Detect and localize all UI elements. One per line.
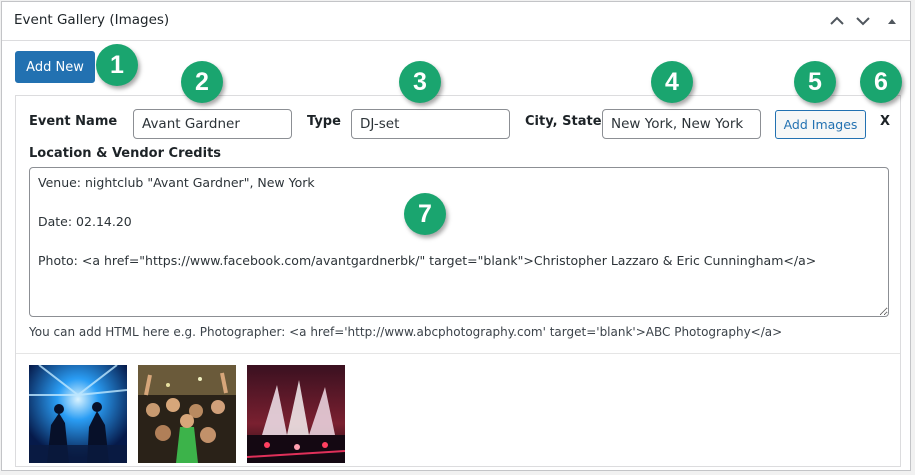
- type-label: Type: [307, 114, 341, 129]
- callout-badge: 7: [404, 193, 446, 235]
- city-state-input[interactable]: [602, 109, 761, 139]
- credits-textarea[interactable]: Venue: nightclub "Avant Gardner", New Yo…: [29, 167, 889, 317]
- triangle-up-icon[interactable]: [882, 11, 902, 31]
- city-state-label: City, State: [525, 114, 602, 129]
- event-name-input[interactable]: [133, 109, 292, 139]
- credits-help-text: You can add HTML here e.g. Photographer:…: [29, 325, 783, 339]
- callout-badge: 1: [96, 44, 138, 86]
- event-name-label: Event Name: [29, 114, 118, 129]
- type-input[interactable]: [351, 109, 510, 139]
- thumbnail-image[interactable]: [247, 365, 345, 463]
- event-card: Event Name Type City, State Add Images X…: [15, 95, 901, 467]
- credits-label: Location & Vendor Credits: [29, 146, 222, 161]
- add-images-button[interactable]: Add Images: [775, 110, 866, 139]
- chevron-down-icon[interactable]: [853, 11, 873, 31]
- remove-event-button[interactable]: X: [880, 114, 890, 129]
- chevron-up-icon[interactable]: [827, 11, 847, 31]
- callout-badge: 3: [399, 61, 441, 103]
- panel-header: Event Gallery (Images): [2, 2, 910, 41]
- callout-badge: 5: [794, 61, 836, 103]
- add-new-button[interactable]: Add New: [15, 51, 95, 83]
- panel-title: Event Gallery (Images): [14, 12, 170, 28]
- callout-badge: 2: [181, 61, 223, 103]
- callout-badge: 4: [651, 61, 693, 103]
- event-gallery-panel: Event Gallery (Images) Add New Event Nam…: [1, 1, 911, 471]
- divider: [16, 353, 900, 354]
- thumbnail-image[interactable]: [138, 365, 236, 463]
- callout-badge: 6: [860, 61, 902, 103]
- thumbnail-image[interactable]: [29, 365, 127, 463]
